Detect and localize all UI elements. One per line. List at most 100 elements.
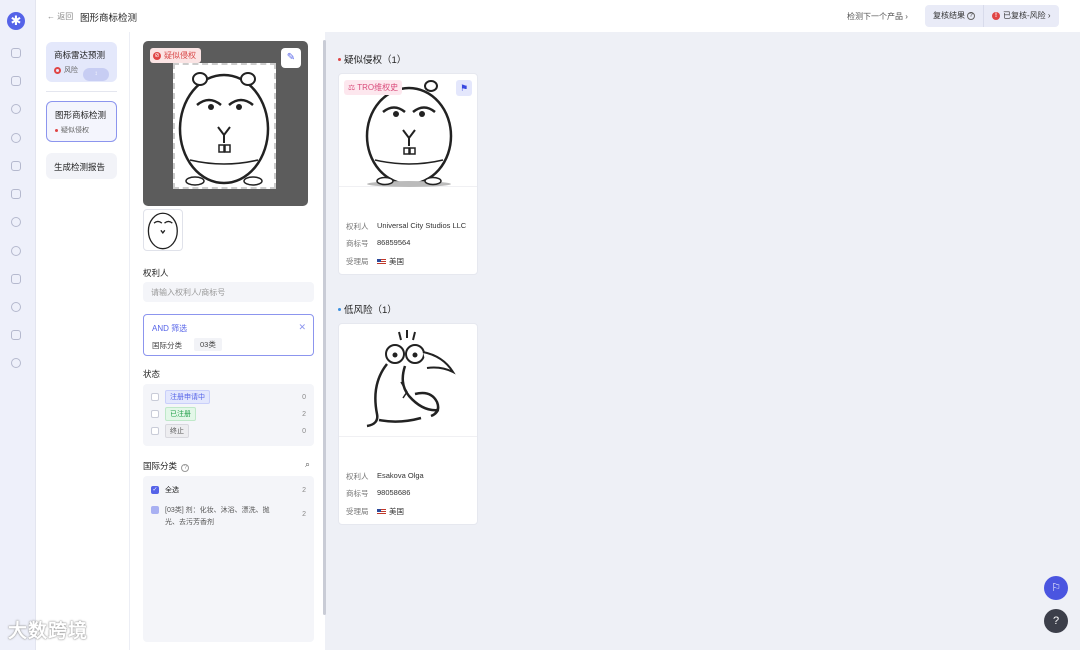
help-icon: ?	[967, 12, 975, 20]
product-thumbnail[interactable]	[143, 209, 183, 251]
status-count: 0	[302, 427, 306, 435]
group-title-text: 疑似侵权（1）	[344, 55, 407, 66]
steps-column: 商标雷达预测 风险 ↕ 图形商标检测 疑似侵权 生成检测报告	[36, 32, 129, 650]
checkbox-checked[interactable]	[151, 506, 159, 514]
status-badge: 已注册	[165, 407, 196, 421]
tag-icon[interactable]	[11, 358, 21, 368]
tro-history-tag: ⚖ TRO维权史	[344, 80, 403, 95]
office-row: 受理局 美国	[346, 506, 471, 517]
office-value: 美国	[377, 256, 471, 267]
intl-class-panel: ✓ 全选 2 [03类] 剂：化妆、沐浴、漂洗、抛 光、去污芳香剂 2	[143, 476, 314, 642]
page-title: 图形商标检测	[80, 13, 138, 24]
risk-icon	[54, 66, 61, 74]
next-product-label: 检测下一个产品	[847, 12, 903, 21]
status-dot	[338, 307, 341, 311]
step-status-label: 风险	[64, 67, 78, 74]
step-graphic-detection[interactable]: 图形商标检测 疑似侵权	[46, 101, 117, 142]
owner-label: 权利人	[143, 268, 169, 278]
scan-icon[interactable]	[11, 330, 21, 340]
reviewed-status-button[interactable]: ! 已复核-风险 ›	[983, 5, 1059, 27]
check-icon[interactable]	[11, 217, 21, 227]
trademark-card[interactable]: 权利人 Esakova Olga 商标号 98058686 受理局 美国	[338, 323, 478, 525]
group-title-text: 低风险（1）	[344, 305, 397, 316]
left-nav-rail: ✱	[0, 0, 36, 650]
class-value[interactable]: 03类	[194, 338, 222, 351]
product-image	[173, 63, 276, 189]
checkbox[interactable]	[151, 427, 159, 435]
review-button-group: 复核结果? ! 已复核-风险 ›	[925, 5, 1059, 27]
status-row-registered[interactable]: 已注册 2	[151, 407, 306, 421]
office-text: 美国	[389, 507, 404, 516]
select-all-row[interactable]: ✓ 全选 2	[151, 484, 306, 496]
checkbox[interactable]	[151, 393, 159, 401]
office-key: 受理局	[346, 507, 369, 516]
review-result-button[interactable]: 复核结果?	[925, 5, 983, 27]
next-product-link[interactable]: 检测下一个产品 ›	[847, 11, 908, 22]
report-icon[interactable]	[11, 161, 21, 171]
product-preview: ⊘ 疑似侵权 ✎	[143, 41, 308, 206]
results-area: 疑似侵权（1） ⚖ TRO维权史 ⚑ 权利人 Universal City Stu…	[326, 32, 1080, 650]
warning-icon: ⊘	[153, 51, 161, 60]
step-name: 生成检测报告	[54, 162, 106, 172]
owner-key: 权利人	[346, 472, 369, 481]
owner-value: Universal City Studios LLC	[377, 221, 467, 230]
class-label: 国际分类	[152, 341, 182, 350]
status-panel: 注册申请中 0 已注册 2 终止 0	[143, 384, 314, 446]
owner-search-input[interactable]	[143, 282, 314, 302]
feedback-flag-button[interactable]: ⚐	[1044, 576, 1068, 600]
help-button[interactable]: ?	[1044, 609, 1068, 633]
magic-wand-icon[interactable]: ✎	[281, 48, 301, 68]
document-icon[interactable]	[11, 189, 21, 199]
status-badge: 终止	[165, 424, 189, 438]
close-icon[interactable]: ✕	[298, 322, 306, 333]
intl-class-text: 国际分类	[143, 461, 178, 471]
upload-icon[interactable]	[11, 274, 21, 284]
step-generate-report[interactable]: 生成检测报告	[46, 153, 117, 179]
status-row-applying[interactable]: 注册申请中 0	[151, 390, 306, 404]
status-label: 状态	[143, 369, 161, 379]
checkbox[interactable]	[151, 410, 159, 418]
copyright-icon[interactable]	[11, 246, 21, 256]
owner-row: 权利人 Universal City Studios LLC	[346, 221, 471, 232]
checkbox-checked[interactable]: ✓	[151, 486, 159, 494]
search-plus-icon[interactable]	[11, 302, 21, 312]
status-row-terminated[interactable]: 终止 0	[151, 424, 306, 438]
top-bar: ← 返回 图形商标检测 检测下一个产品 › 复核结果? ! 已复核-风险 ›	[36, 0, 1080, 32]
expand-toggle[interactable]: ↕	[83, 68, 109, 81]
group-title-low-risk: 低风险（1）	[338, 302, 397, 316]
filter-column: ⊘疑似侵权 ✎ 权利人 AND 筛选 ✕ 国际分类 03类 状态 注册申请中 0…	[129, 32, 326, 650]
group-title-infringement: 疑似侵权（1）	[338, 52, 406, 66]
grid-icon[interactable]	[11, 76, 21, 86]
trademark-card[interactable]: ⚖ TRO维权史 ⚑ 权利人 Universal City Studios LLC…	[338, 73, 478, 275]
step-status: 疑似侵权	[55, 125, 108, 135]
search-icon[interactable]: ⌕	[305, 459, 310, 470]
status-count: 2	[302, 410, 306, 418]
class-item-row[interactable]: [03类] 剂：化妆、沐浴、漂洗、抛 光、去污芳香剂 2	[151, 505, 306, 531]
owner-value: Esakova Olga	[377, 471, 424, 480]
back-link[interactable]: ← 返回	[47, 11, 73, 22]
divider	[46, 91, 117, 92]
trademark-image	[339, 324, 477, 437]
number-key: 商标号	[346, 239, 369, 248]
location-icon[interactable]	[11, 133, 21, 143]
step-trademark-radar[interactable]: 商标雷达预测 风险 ↕	[46, 42, 117, 82]
owner-row: 权利人 Esakova Olga	[346, 471, 471, 482]
patent-icon[interactable]	[11, 104, 21, 114]
number-row: 商标号 98058686	[346, 488, 471, 499]
chat-icon[interactable]	[11, 48, 21, 58]
flag-icon[interactable]: ⚑	[456, 80, 472, 96]
class-item-line: [03类] 剂：化妆、沐浴、漂洗、抛	[165, 507, 270, 514]
status-count: 0	[302, 393, 306, 401]
infringement-tag: ⊘ 疑似侵权	[150, 48, 201, 63]
and-filter-title[interactable]: AND 筛选	[152, 323, 187, 334]
office-row: 受理局 美国	[346, 256, 471, 267]
us-flag-icon	[377, 509, 386, 516]
status-dot	[338, 57, 341, 61]
office-value: 美国	[377, 506, 471, 517]
step-status-label: 疑似侵权	[61, 127, 89, 134]
app-logo-icon[interactable]: ✱	[7, 12, 25, 30]
reviewed-status-label: 已复核-风险	[1003, 11, 1046, 20]
number-key: 商标号	[346, 489, 369, 498]
step-name: 图形商标检测	[55, 110, 107, 120]
us-flag-icon	[377, 259, 386, 266]
